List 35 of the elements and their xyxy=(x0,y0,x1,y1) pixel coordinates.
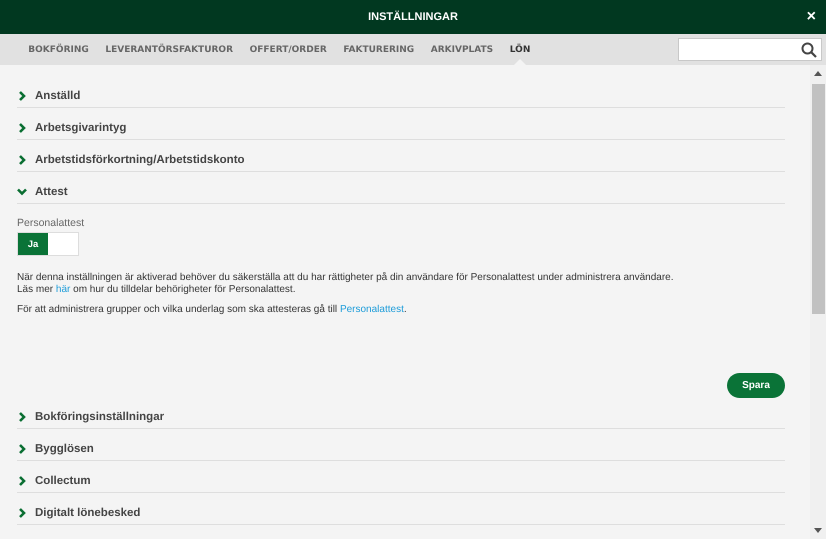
window-title: INSTÄLLNINGAR xyxy=(368,11,458,23)
chevron-right-icon xyxy=(17,508,27,518)
close-button[interactable]: × xyxy=(806,9,816,25)
tab[interactable]: ARKIVPLATS xyxy=(422,34,502,65)
scrollbar[interactable] xyxy=(810,65,826,539)
section-header[interactable]: Anställd xyxy=(17,85,785,108)
section-header[interactable]: Arbetsgivarintyg xyxy=(17,117,785,140)
save-button[interactable]: Spara xyxy=(727,373,785,398)
scrollbar-thumb[interactable] xyxy=(812,84,824,314)
search-icon xyxy=(801,42,817,58)
section-header[interactable]: Attest xyxy=(17,181,785,204)
scroll-up-icon[interactable] xyxy=(814,71,822,76)
tab[interactable]: LEVERANTÖRSFAKTUROR xyxy=(97,34,242,65)
chevron-right-icon xyxy=(17,476,27,486)
tab[interactable]: OFFERT/ORDER xyxy=(241,34,336,65)
chevron-right-icon xyxy=(17,444,27,454)
scroll-down-icon[interactable] xyxy=(814,528,822,533)
chevron-right-icon xyxy=(17,91,27,101)
toggle-switch[interactable]: Ja xyxy=(17,232,79,256)
search-field[interactable] xyxy=(678,38,822,61)
section-header[interactable]: Bokföringsinställningar xyxy=(17,406,785,429)
paragraph: När denna inställningen är aktiverad behöver du säkerställa att du har rättigheter på din användare för Personalattest under administrera användare. Läs mer här om hur du tilldelar behörigheter för Personalattest. xyxy=(17,272,675,296)
field-label: Personalattest xyxy=(17,217,86,229)
chevron-right-icon xyxy=(17,412,27,422)
chevron-down-icon xyxy=(17,187,27,197)
tab[interactable]: LÖN xyxy=(501,34,539,65)
chevron-right-icon xyxy=(17,155,27,165)
section-header[interactable]: Arbetstidsförkortning/Arbetstidskonto xyxy=(17,149,785,172)
chevron-right-icon xyxy=(17,123,27,133)
paragraph: För att administrera grupper och vilka underlag som ska attesteras gå till Personalattest. xyxy=(17,304,408,316)
section-header[interactable]: Bygglösen xyxy=(17,438,785,461)
section-header[interactable]: Digitalt lönebesked xyxy=(17,502,785,525)
tab[interactable]: BOKFÖRING xyxy=(20,34,98,65)
tab[interactable]: FAKTURERING xyxy=(335,34,422,65)
section-header[interactable]: Collectum xyxy=(17,470,785,493)
